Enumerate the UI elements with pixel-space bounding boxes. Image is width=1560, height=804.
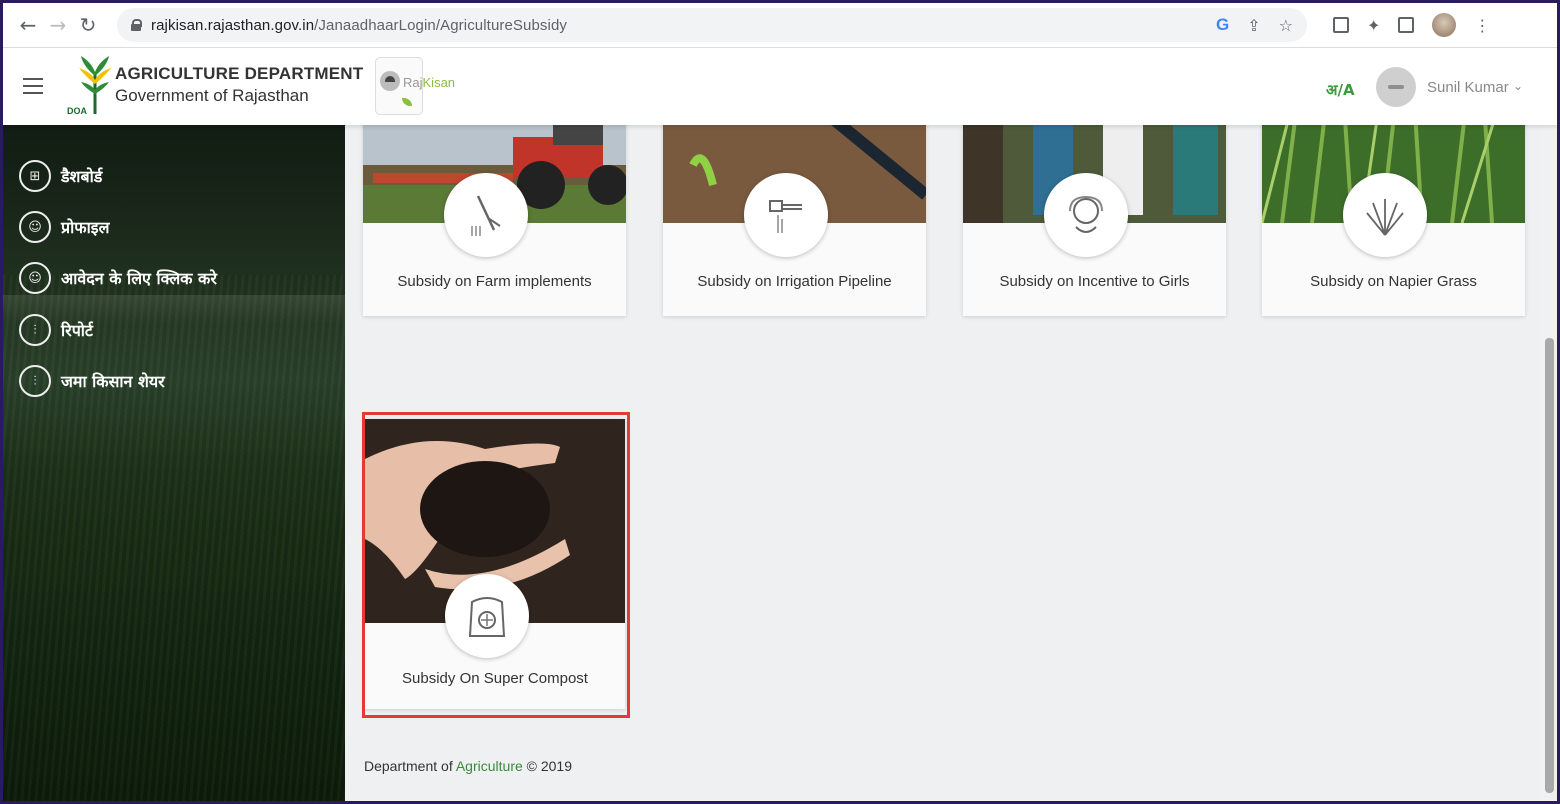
- extension-icon[interactable]: [1333, 17, 1349, 33]
- profile-avatar-icon[interactable]: [1432, 13, 1457, 37]
- menu-dots-icon[interactable]: ⋮: [1474, 16, 1490, 35]
- user-icon: ☺: [19, 262, 51, 294]
- back-arrow-icon[interactable]: ←: [13, 10, 43, 40]
- subsidy-card-irrigation-pipeline[interactable]: Subsidy on Irrigation Pipeline: [663, 125, 926, 316]
- forward-arrow-icon[interactable]: →: [43, 10, 73, 40]
- app-window: ← → ↻ rajkisan.rajasthan.gov.in/Janaadha…: [3, 3, 1557, 801]
- reload-icon[interactable]: ↻: [73, 10, 103, 40]
- share-icon[interactable]: ⇪: [1247, 16, 1260, 35]
- hamburger-menu-icon[interactable]: [23, 78, 43, 94]
- google-icon[interactable]: G: [1216, 15, 1229, 35]
- sliders-icon: ⫶: [19, 365, 51, 397]
- address-bar[interactable]: rajkisan.rajasthan.gov.in/JanaadhaarLogi…: [117, 8, 1307, 42]
- grass-icon: [1343, 173, 1427, 257]
- leaf-icon: [402, 98, 412, 106]
- subsidy-card-incentive-girls[interactable]: Subsidy on Incentive to Girls: [963, 125, 1226, 316]
- language-toggle[interactable]: अ/A: [1326, 80, 1355, 100]
- sidebar-item-apply[interactable]: ☺ आवेदन के लिए क्लिक करे: [19, 262, 217, 294]
- card-title: Subsidy on Irrigation Pipeline: [697, 273, 892, 290]
- lock-icon: [131, 19, 142, 31]
- url-text: rajkisan.rajasthan.gov.in/JanaadhaarLogi…: [151, 16, 567, 34]
- sidebar-item-profile[interactable]: ☺ प्रोफाइल: [19, 211, 109, 243]
- user-name[interactable]: Sunil Kumar: [1427, 79, 1509, 96]
- footer: Department of Agriculture © 2019: [364, 758, 573, 774]
- card-title: Subsidy on Farm implements: [397, 273, 592, 290]
- sidebar-item-dashboard[interactable]: ⊞ डैशबोर्ड: [19, 160, 102, 192]
- app-header: DOA AGRICULTURE DEPARTMENT Government of…: [3, 48, 1557, 125]
- department-subtitle: Government of Rajasthan: [115, 86, 309, 105]
- user-icon: ☺: [19, 211, 51, 243]
- farmer-face-icon: [380, 71, 400, 91]
- rajkisan-logo: RajKisan: [375, 57, 455, 115]
- department-title: AGRICULTURE DEPARTMENT: [115, 64, 364, 83]
- girl-icon: [1044, 173, 1128, 257]
- dashboard-icon: ⊞: [19, 160, 51, 192]
- sidebar-item-label: डैशबोर्ड: [61, 167, 103, 186]
- subsidy-card-farm-implements[interactable]: Subsidy on Farm implements: [363, 125, 626, 316]
- card-title: Subsidy on Incentive to Girls: [999, 273, 1190, 290]
- sidebar-item-label: आवेदन के लिए क्लिक करे: [61, 269, 217, 288]
- selection-highlight: [362, 412, 630, 718]
- sidebar: ⊞ डैशबोर्ड ☺ प्रोफाइल ☺ आवेदन के लिए क्ल…: [3, 125, 345, 801]
- farm-tool-icon: [444, 173, 528, 257]
- subsidy-card-napier-grass[interactable]: Subsidy on Napier Grass: [1262, 125, 1525, 316]
- user-avatar[interactable]: [1376, 67, 1416, 107]
- sidebar-item-label: रिपोर्ट: [61, 321, 93, 340]
- chevron-down-icon[interactable]: ⌄: [1513, 79, 1523, 93]
- main-content: Subsidy on Farm implements Subsidy on Ir…: [345, 125, 1542, 801]
- card-title: Subsidy on Napier Grass: [1310, 273, 1477, 290]
- sidebar-item-kisan-share[interactable]: ⫶ जमा किसान शेयर: [19, 365, 165, 397]
- sidebar-item-report[interactable]: ⫶ रिपोर्ट: [19, 314, 93, 346]
- sidebar-item-label: जमा किसान शेयर: [61, 372, 165, 391]
- browser-toolbar: ← → ↻ rajkisan.rajasthan.gov.in/Janaadha…: [3, 3, 1557, 48]
- puzzle-icon[interactable]: ✦: [1367, 16, 1380, 35]
- logo-text: DOA: [67, 106, 87, 116]
- scrollbar-thumb[interactable]: [1545, 338, 1554, 793]
- scrollbar[interactable]: [1542, 48, 1557, 801]
- pipeline-icon: [744, 173, 828, 257]
- side-panel-icon[interactable]: [1398, 17, 1415, 33]
- star-icon[interactable]: ☆: [1279, 16, 1293, 35]
- footer-agriculture-link[interactable]: Agriculture: [456, 758, 523, 774]
- sidebar-item-label: प्रोफाइल: [61, 218, 110, 237]
- sliders-icon: ⫶: [19, 314, 51, 346]
